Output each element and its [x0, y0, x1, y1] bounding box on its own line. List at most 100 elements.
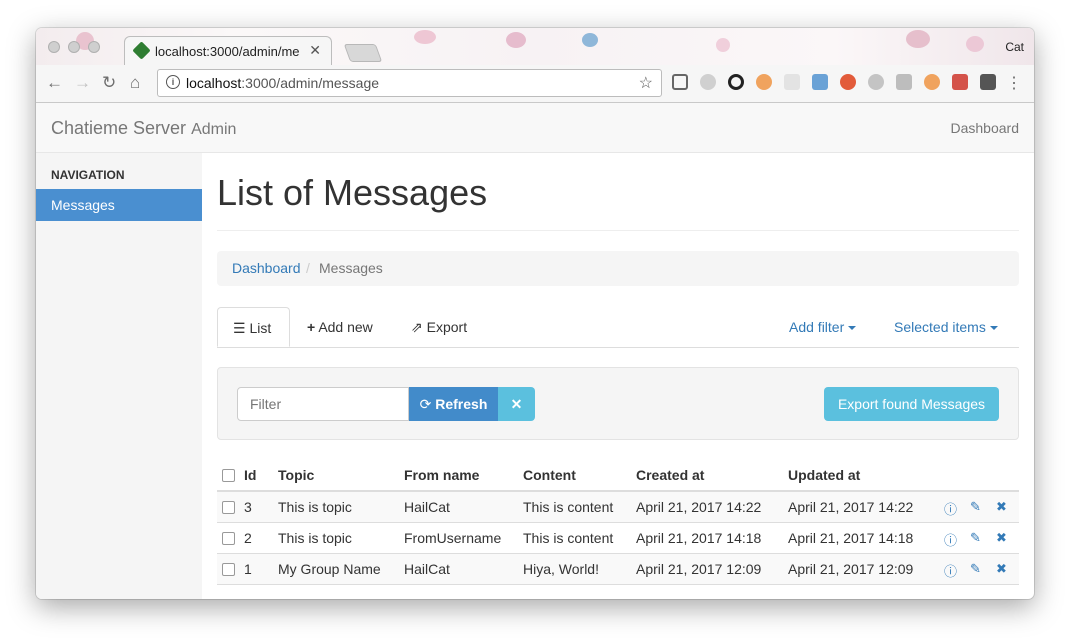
- forward-arrow-icon[interactable]: →: [74, 73, 91, 93]
- tab-title: localhost:3000/admin/message: [155, 44, 300, 59]
- sidebar-item-messages[interactable]: Messages: [36, 189, 202, 221]
- info-icon[interactable]: ⓘ: [944, 530, 957, 549]
- row-checkbox[interactable]: [222, 501, 235, 514]
- col-content[interactable]: Content: [523, 467, 576, 483]
- tab-list[interactable]: ☰ List: [217, 307, 290, 347]
- row-checkbox[interactable]: [222, 563, 235, 576]
- cell-content: This is content: [523, 530, 614, 546]
- action-tabs: ☰ List + Add new ⇗ Export Add filter Sel…: [217, 307, 1019, 348]
- breadcrumb: Dashboard / Messages: [217, 251, 1019, 286]
- selected-items-dropdown[interactable]: Selected items: [894, 307, 998, 347]
- minimize-window-button[interactable]: [68, 41, 80, 53]
- info-icon[interactable]: i: [166, 75, 180, 89]
- more-menu-icon[interactable]: ⋮: [1006, 73, 1022, 93]
- table-row: 1 My Group Name HailCat Hiya, World! Apr…: [217, 554, 1019, 585]
- home-icon[interactable]: ⌂: [130, 73, 140, 93]
- extension-icon[interactable]: [672, 74, 688, 90]
- cell-content: This is content: [523, 499, 614, 515]
- divider: [217, 230, 1019, 231]
- info-icon[interactable]: ⓘ: [944, 499, 957, 518]
- check-extension-icon[interactable]: [840, 74, 856, 90]
- cell-content: Hiya, World!: [523, 561, 599, 577]
- delete-icon[interactable]: ✖: [996, 561, 1007, 577]
- close-icon: ✕: [510, 396, 523, 412]
- floral-decoration: [414, 30, 436, 44]
- new-tab-button[interactable]: [343, 44, 383, 62]
- caret-down-icon: [989, 326, 998, 331]
- museum-extension-icon[interactable]: [812, 74, 828, 90]
- edit-icon[interactable]: ✎: [970, 530, 981, 546]
- infinity-extension-icon[interactable]: [924, 74, 940, 90]
- reload-icon[interactable]: ↻: [102, 73, 116, 93]
- star-icon[interactable]: ☆: [639, 73, 653, 93]
- col-updated-at[interactable]: Updated at: [788, 467, 860, 483]
- select-all-checkbox[interactable]: [222, 469, 235, 482]
- table-row: 2 This is topic FromUsername This is con…: [217, 523, 1019, 554]
- cell-topic: This is topic: [278, 499, 352, 515]
- floral-decoration: [716, 38, 730, 52]
- col-created-at[interactable]: Created at: [636, 467, 704, 483]
- close-window-button[interactable]: [48, 41, 60, 53]
- table-row: 3 This is topic HailCat This is content …: [217, 492, 1019, 523]
- glasses-extension-icon[interactable]: [980, 74, 996, 90]
- row-checkbox[interactable]: [222, 532, 235, 545]
- list-icon: ☰: [233, 320, 246, 336]
- navbar-dashboard-link[interactable]: Dashboard: [951, 120, 1020, 136]
- profile-name[interactable]: Cat: [1005, 40, 1024, 54]
- back-arrow-icon[interactable]: ←: [46, 73, 63, 93]
- filter-panel: ⟳ Refresh ✕ Export found Messages: [217, 367, 1019, 440]
- cell-created-at: April 21, 2017 14:18: [636, 530, 762, 546]
- refresh-icon: ⟳: [419, 396, 432, 412]
- cell-from-name: FromUsername: [404, 530, 502, 546]
- address-bar[interactable]: i localhost:3000/admin/message ☆: [157, 69, 662, 97]
- cell-created-at: April 21, 2017 14:22: [636, 499, 762, 515]
- orange-extension-icon[interactable]: [756, 74, 772, 90]
- col-id[interactable]: Id: [244, 467, 256, 483]
- cloud-extension-icon[interactable]: [700, 74, 716, 90]
- col-topic[interactable]: Topic: [278, 467, 314, 483]
- favicon-icon: [132, 41, 151, 60]
- filter-input[interactable]: [237, 387, 409, 421]
- maximize-window-button[interactable]: [88, 41, 100, 53]
- refresh-button[interactable]: ⟳ Refresh: [409, 387, 498, 421]
- cell-id: 2: [244, 530, 252, 546]
- browser-tab-active[interactable]: localhost:3000/admin/message ✕: [124, 36, 332, 66]
- floral-decoration: [906, 30, 930, 48]
- delete-icon[interactable]: ✖: [996, 499, 1007, 515]
- sync-extension-icon[interactable]: [728, 74, 744, 90]
- adblock-extension-icon[interactable]: [868, 74, 884, 90]
- cell-topic: This is topic: [278, 530, 352, 546]
- floral-decoration: [966, 36, 984, 52]
- cell-from-name: HailCat: [404, 499, 450, 515]
- sidebar-header: Navigation: [51, 168, 125, 182]
- delete-icon[interactable]: ✖: [996, 530, 1007, 546]
- browser-toolbar: ← → ↻ ⌂ i localhost:3000/admin/message ☆…: [36, 65, 1034, 103]
- table-header: Id Topic From name Content Created at Up…: [217, 459, 1019, 492]
- cell-updated-at: April 21, 2017 14:22: [788, 499, 914, 515]
- app-navbar: Chatieme Server Admin Dashboard: [36, 103, 1034, 153]
- vue-extension-icon[interactable]: [896, 74, 912, 90]
- floral-decoration: [582, 33, 598, 47]
- brand[interactable]: Chatieme Server Admin: [51, 118, 236, 139]
- page-title: List of Messages: [217, 172, 488, 213]
- floral-decoration: [506, 32, 526, 48]
- info-icon[interactable]: ⓘ: [944, 561, 957, 580]
- plus-icon: +: [307, 319, 316, 335]
- grid-extension-icon[interactable]: [784, 74, 800, 90]
- tab-export[interactable]: ⇗ Export: [411, 307, 467, 347]
- export-found-button[interactable]: Export found Messages: [824, 387, 999, 421]
- close-icon[interactable]: ✕: [309, 42, 321, 59]
- url-text[interactable]: localhost:3000/admin/message: [186, 75, 379, 91]
- edit-icon[interactable]: ✎: [970, 561, 981, 577]
- browser-window: localhost:3000/admin/message ✕ Cat ← → ↻…: [36, 28, 1034, 599]
- col-from-name[interactable]: From name: [404, 467, 479, 483]
- tab-add-new[interactable]: + Add new: [307, 307, 373, 347]
- edit-icon[interactable]: ✎: [970, 499, 981, 515]
- clear-filter-button[interactable]: ✕: [498, 387, 535, 421]
- breadcrumb-dashboard-link[interactable]: Dashboard: [232, 251, 301, 286]
- add-filter-dropdown[interactable]: Add filter: [789, 307, 857, 347]
- cell-updated-at: April 21, 2017 14:18: [788, 530, 914, 546]
- red-extension-icon[interactable]: [952, 74, 968, 90]
- cell-id: 1: [244, 561, 252, 577]
- cell-created-at: April 21, 2017 12:09: [636, 561, 762, 577]
